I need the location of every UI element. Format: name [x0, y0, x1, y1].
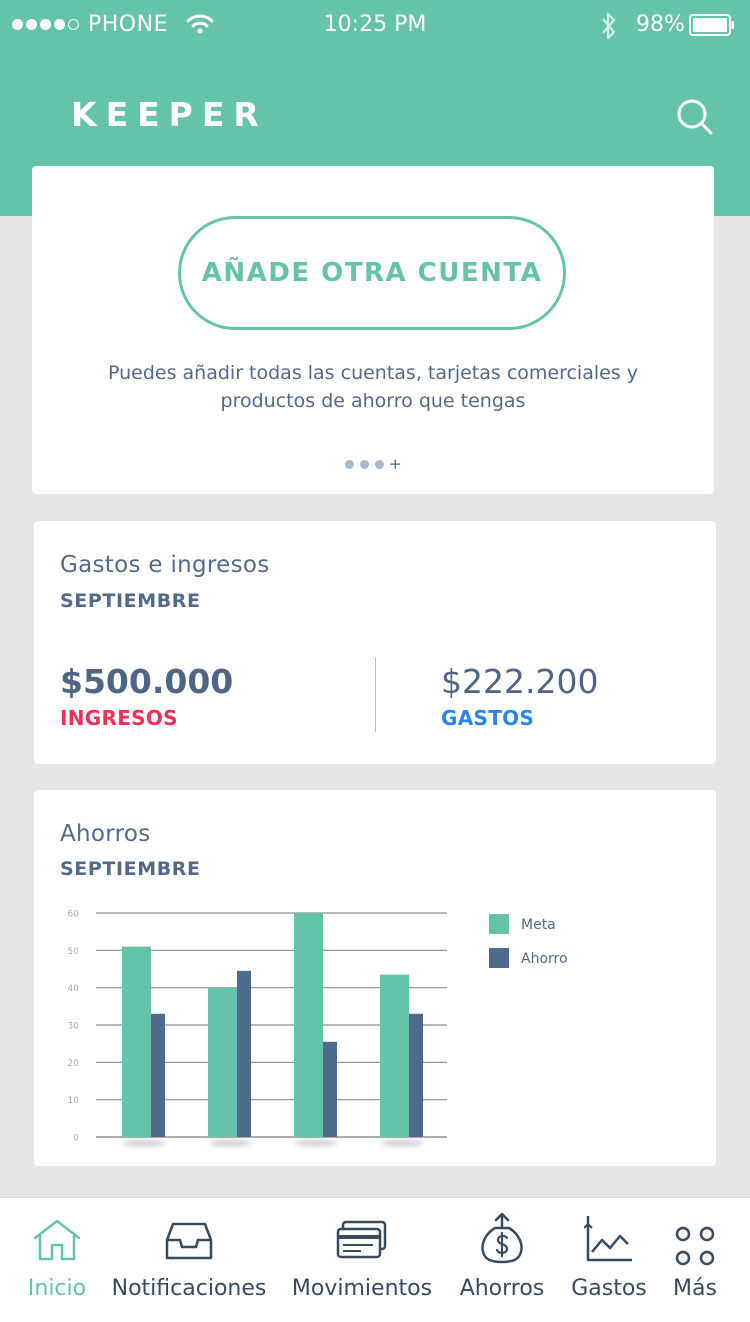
pager-dot[interactable] [360, 460, 369, 469]
tab-movimientos[interactable]: Movimientos [288, 1198, 436, 1322]
y-tick-label: 40 [68, 984, 80, 994]
wifi-icon [186, 14, 214, 34]
tab-label: Notificaciones [111, 1276, 267, 1301]
divider [375, 657, 376, 732]
pager-add-icon[interactable]: + [389, 457, 402, 472]
battery-percent: 98% [636, 12, 685, 37]
tab-notificaciones[interactable]: Notificaciones [110, 1198, 268, 1322]
legend-label: Meta [521, 917, 556, 933]
add-account-description: Puedes añadir todas las cuentas, tarjeta… [107, 362, 638, 412]
income-label: INGRESOS [60, 706, 178, 730]
status-bar: PHONE 10:25 PM 98% [0, 0, 750, 52]
add-account-button[interactable]: AÑADE OTRA CUENTA [178, 216, 566, 330]
bar-shadow [208, 1140, 252, 1146]
bar-shadow [380, 1140, 424, 1146]
tab-gastos[interactable]: Gastos [566, 1198, 652, 1322]
signal-dots-icon [12, 19, 79, 30]
expense-amount: $222.200 [441, 662, 599, 701]
inbox-icon [165, 1222, 213, 1260]
bar-meta [294, 913, 323, 1137]
bar-meta [380, 974, 409, 1137]
tab-label: Más [673, 1276, 717, 1301]
bar-meta [122, 946, 151, 1137]
card-month: SEPTIEMBRE [60, 590, 201, 612]
legend-swatch [489, 948, 509, 968]
cards-icon [336, 1220, 387, 1259]
bar-ahorro [323, 1041, 337, 1137]
tab-label: Movimientos [291, 1276, 433, 1301]
legend-swatch [489, 914, 509, 934]
savings-bar-chart: 0 10 20 30 40 50 60 Meta Ahorro [68, 910, 568, 1146]
card-title: Gastos e ingresos [60, 552, 270, 578]
savings-card[interactable]: Ahorros SEPTIEMBRE 0 10 20 30 40 50 60 Meta Ahor… [34, 790, 716, 1166]
carousel-pager[interactable]: + [345, 457, 402, 472]
bar-shadow [122, 1140, 166, 1146]
home-icon [33, 1219, 81, 1261]
income-expense-card[interactable]: Gastos e ingresos SEPTIEMBRE $500.000 IN… [34, 521, 716, 764]
y-tick-label: 60 [68, 910, 80, 920]
tab-ahorros[interactable]: Ahorros [455, 1198, 549, 1322]
carrier-name: PHONE [88, 12, 168, 37]
search-icon[interactable] [674, 96, 714, 136]
line-chart-icon [584, 1216, 632, 1262]
y-tick-label: 10 [68, 1096, 80, 1106]
y-tick-label: 20 [68, 1059, 80, 1069]
tab-label: Inicio [27, 1276, 87, 1301]
pager-dot[interactable] [375, 460, 384, 469]
battery-icon [689, 14, 734, 36]
y-tick-label: 30 [68, 1022, 80, 1032]
legend-label: Ahorro [521, 951, 568, 967]
bar-shadow [294, 1140, 338, 1146]
bar-ahorro [237, 970, 251, 1137]
income-amount: $500.000 [60, 662, 234, 701]
money-bag-icon [481, 1212, 523, 1264]
y-tick-label: 0 [73, 1134, 79, 1144]
add-account-card: AÑADE OTRA CUENTA Puedes añadir todas la… [32, 166, 714, 494]
tab-label: Gastos [571, 1276, 647, 1301]
bar-meta [208, 987, 237, 1137]
bar-ahorro [151, 1013, 165, 1137]
tab-label: Ahorros [459, 1276, 545, 1301]
tab-bar: Inicio Notificaciones Movimientos Ahorro… [0, 1197, 750, 1322]
bar-ahorro [409, 1013, 423, 1137]
tab-mas[interactable]: Más [664, 1198, 726, 1322]
app-title: KEEPER [71, 95, 268, 134]
pager-dot[interactable] [345, 460, 354, 469]
more-dots-icon [675, 1226, 715, 1266]
y-tick-label: 50 [68, 947, 80, 957]
bluetooth-icon [602, 12, 616, 40]
expense-label: GASTOS [441, 706, 535, 730]
tab-inicio[interactable]: Inicio [14, 1198, 100, 1322]
